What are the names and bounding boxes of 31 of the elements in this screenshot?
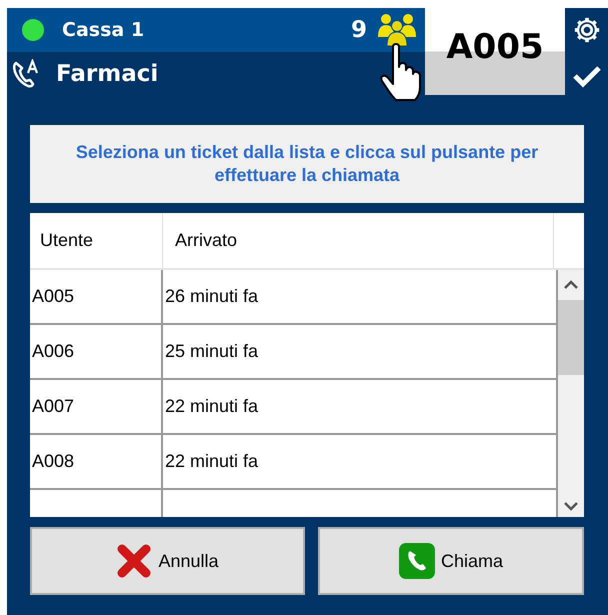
table-cell-text: 22 minuti fa xyxy=(164,395,260,418)
table-row[interactable]: A007 22 minuti fa xyxy=(30,380,556,435)
pointer-hand-icon xyxy=(380,43,424,103)
cancel-button[interactable]: Annulla xyxy=(30,527,305,595)
table-cell: A008 xyxy=(30,435,163,488)
table-cell-text: 26 minuti fa xyxy=(164,285,260,308)
table-cell: A007 xyxy=(30,380,163,433)
table-cell-text: 25 minuti fa xyxy=(164,340,260,363)
call-button[interactable]: Chiama xyxy=(318,527,584,595)
window-title: Cassa 1 xyxy=(62,19,144,41)
phone-icon xyxy=(398,543,435,579)
check-icon[interactable] xyxy=(572,64,602,88)
table-row[interactable]: A005 26 minuti fa xyxy=(30,270,556,325)
scrollbar[interactable] xyxy=(556,270,584,517)
table-cell: A005 xyxy=(30,270,163,323)
table-cell: A006 xyxy=(30,325,163,378)
queue-count: 9 xyxy=(350,17,367,43)
current-ticket: A005 xyxy=(425,8,565,95)
scroll-thumb[interactable] xyxy=(558,300,584,375)
people-icon[interactable] xyxy=(377,13,417,47)
column-header: Arrivato xyxy=(174,229,238,252)
cross-icon xyxy=(116,543,152,579)
scroll-down-icon[interactable] xyxy=(564,501,578,511)
scroll-up-icon[interactable] xyxy=(564,280,578,290)
table-row[interactable]: A008 22 minuti fa xyxy=(30,435,556,490)
table-row[interactable]: A006 25 minuti fa xyxy=(30,325,556,380)
service-name: Farmaci xyxy=(56,60,158,86)
instruction-text: Seleziona un ticket dalla lista e clicca sul pulsante per effettuare la chiamata xyxy=(30,125,584,203)
column-header: Utente xyxy=(30,213,163,268)
table-cell-text: 22 minuti fa xyxy=(164,450,260,473)
settings-icon[interactable] xyxy=(572,16,600,44)
